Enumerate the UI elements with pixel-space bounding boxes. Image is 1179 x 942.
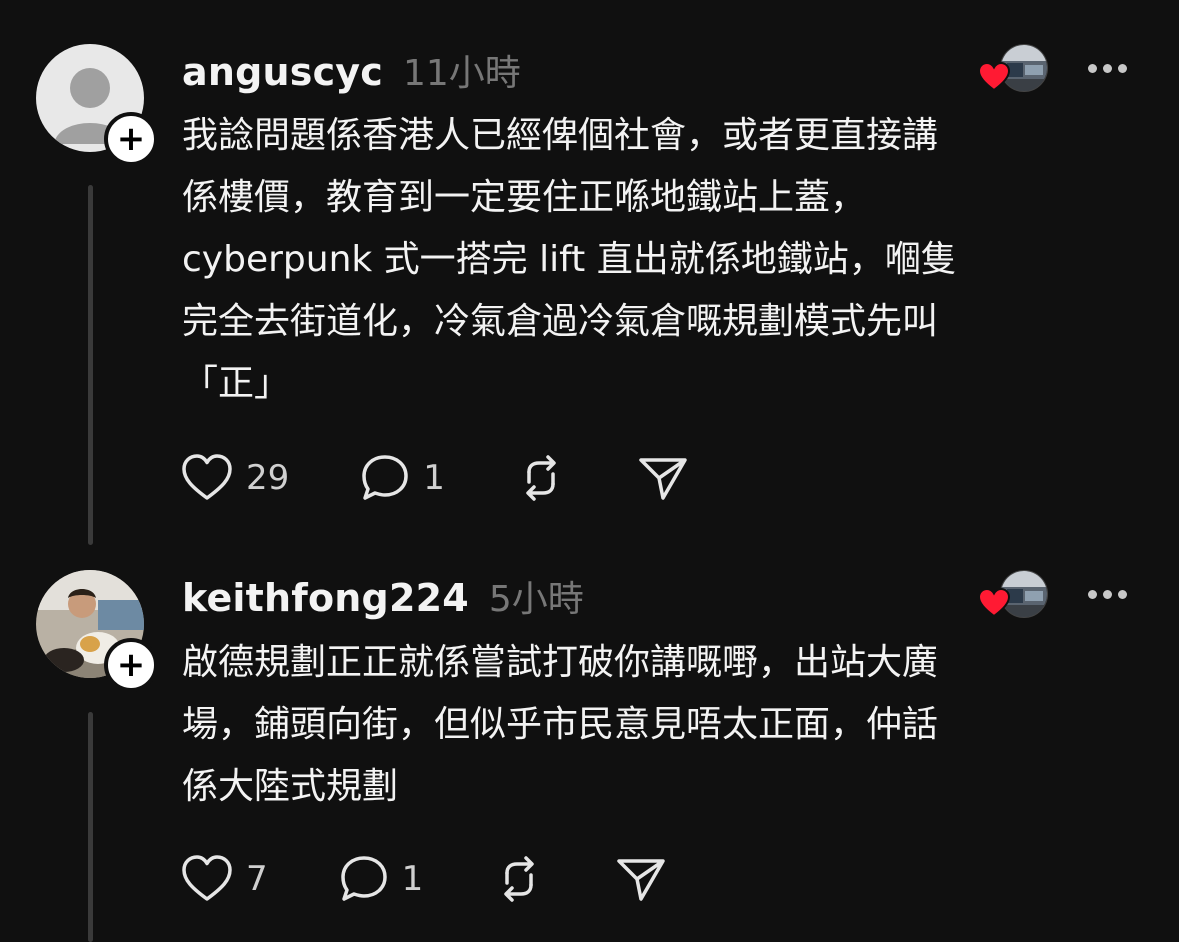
- reply-count: 1: [401, 859, 424, 899]
- send-icon: [639, 458, 687, 500]
- timestamp: 5小時: [488, 579, 584, 620]
- reply-count: 1: [423, 458, 445, 498]
- comment-icon: [362, 455, 409, 500]
- thread-line: [88, 712, 93, 942]
- share-button[interactable]: [637, 452, 689, 504]
- like-button[interactable]: 29: [180, 453, 289, 503]
- send-icon: [617, 859, 666, 901]
- comment-icon: [340, 856, 387, 901]
- repost-icon: [504, 856, 535, 902]
- follow-plus-button[interactable]: +: [104, 638, 158, 692]
- share-button[interactable]: [615, 853, 667, 905]
- plus-icon: +: [116, 645, 146, 685]
- thread-line: [88, 185, 93, 545]
- like-button[interactable]: 7: [180, 854, 268, 904]
- like-count: 29: [246, 458, 290, 498]
- follow-plus-button[interactable]: +: [104, 112, 158, 166]
- timestamp: 11小時: [403, 53, 521, 94]
- heart-badge-icon: [978, 588, 1010, 618]
- repost-button[interactable]: [515, 452, 567, 504]
- reply-button[interactable]: 1: [359, 452, 445, 504]
- heart-icon: [182, 454, 232, 500]
- post-header: anguscyc 11小時: [182, 44, 521, 96]
- more-options-button[interactable]: [1088, 584, 1134, 604]
- heart-badge-icon: [978, 62, 1010, 92]
- more-options-button[interactable]: [1088, 58, 1134, 78]
- reply-button[interactable]: 1: [338, 853, 424, 905]
- avatar[interactable]: +: [36, 570, 158, 692]
- like-count: 7: [246, 859, 268, 899]
- action-bar: 29 1: [180, 452, 759, 504]
- reply-post: + anguscyc 11小時 我諗問題係香港人已經俾個社會，或者更直接講 係樓…: [0, 0, 1179, 560]
- post-text: 我諗問題係香港人已經俾個社會，或者更直接講 係樓價，教育到一定要住正喺地鐵站上蓋…: [182, 115, 957, 404]
- repost-button[interactable]: [493, 853, 545, 905]
- repost-icon: [526, 455, 556, 501]
- username[interactable]: anguscyc: [182, 50, 383, 94]
- heart-icon: [182, 855, 232, 901]
- avatar[interactable]: +: [36, 44, 158, 166]
- plus-icon: +: [116, 119, 146, 159]
- username[interactable]: keithfong224: [182, 576, 469, 620]
- reply-post: + keithfong224 5小時 啟德規劃正正就係嘗試打破你講嘅嘢，出站大廣…: [0, 560, 1179, 942]
- post-text: 啟德規劃正正就係嘗試打破你講嘅嘢，出站大廣 場，鋪頭向街，但似乎市民意見唔太正面…: [182, 642, 939, 807]
- action-bar: 7 1: [180, 853, 737, 905]
- post-header: keithfong224 5小時: [182, 570, 584, 622]
